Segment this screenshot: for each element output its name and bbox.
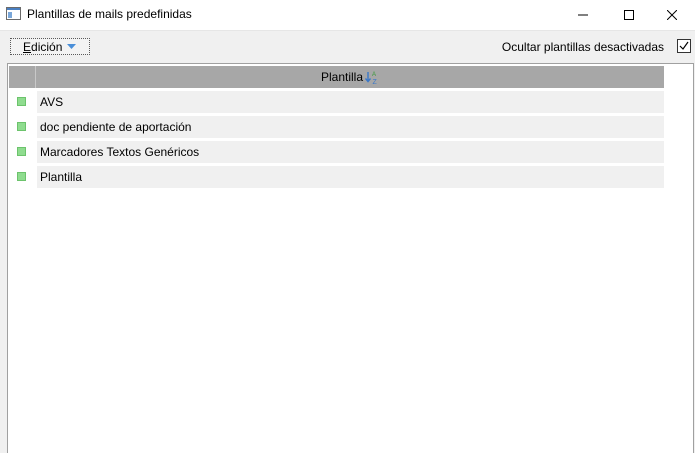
window-title: Plantillas de mails predefinidas: [27, 7, 192, 21]
templates-grid: Plantilla A Z AVS doc pendiente de aport…: [7, 63, 694, 453]
status-indicator: [17, 122, 26, 131]
hide-inactive-label: Ocultar plantillas desactivadas: [501, 40, 664, 54]
close-button[interactable]: [649, 0, 695, 30]
close-icon: [667, 10, 677, 20]
title-bar: Plantillas de mails predefinidas: [0, 0, 695, 31]
table-row[interactable]: AVS: [9, 91, 664, 113]
grid-header: Plantilla A Z: [9, 66, 664, 88]
app-window-icon: [6, 7, 22, 21]
column-header-plantilla[interactable]: Plantilla A Z: [36, 66, 664, 88]
hide-inactive-checkbox[interactable]: [677, 39, 691, 53]
maximize-icon: [624, 10, 634, 20]
svg-text:Z: Z: [373, 79, 378, 85]
svg-text:A: A: [372, 72, 376, 78]
row-marker: [9, 116, 35, 138]
row-marker: [9, 91, 35, 113]
column-header-label: Plantilla: [320, 70, 364, 84]
table-row[interactable]: Marcadores Textos Genéricos: [9, 141, 664, 163]
minimize-icon: [578, 14, 588, 16]
edicion-menu-button[interactable]: Edición: [10, 38, 90, 55]
dropdown-arrow-icon: [67, 44, 76, 49]
status-indicator: [17, 147, 26, 156]
table-row[interactable]: doc pendiente de aportación: [9, 116, 664, 138]
minimize-button[interactable]: [560, 0, 606, 30]
status-indicator: [17, 172, 26, 181]
edicion-label: Edición: [23, 40, 63, 54]
row-marker: [9, 166, 35, 188]
grid-header-corner: [9, 66, 36, 88]
row-cell-plantilla[interactable]: Plantilla: [37, 166, 664, 188]
row-cell-plantilla[interactable]: Marcadores Textos Genéricos: [37, 141, 664, 163]
table-row[interactable]: Plantilla: [9, 166, 664, 188]
maximize-button[interactable]: [606, 0, 652, 30]
row-cell-plantilla[interactable]: doc pendiente de aportación: [37, 116, 664, 138]
status-indicator: [17, 97, 26, 106]
row-marker: [9, 141, 35, 163]
sort-ascending-icon: A Z: [365, 72, 378, 85]
row-cell-plantilla[interactable]: AVS: [37, 91, 664, 113]
toolbar: Edición Ocultar plantillas desactivadas: [0, 31, 695, 61]
checkmark-icon: [679, 41, 689, 50]
